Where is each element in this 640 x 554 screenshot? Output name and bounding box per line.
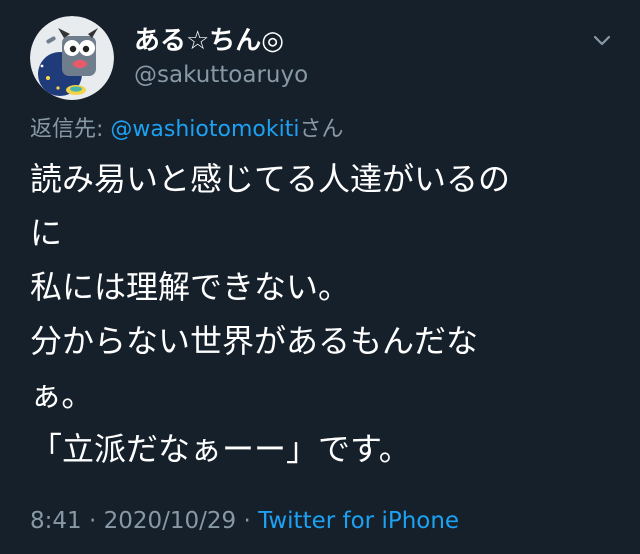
meta-separator: · — [236, 508, 259, 534]
tweet-text-line: 分からない世界があるもんだな — [30, 322, 479, 360]
reply-mention-link[interactable]: @washiotomokiti — [110, 117, 299, 142]
reply-suffix: さん — [299, 117, 344, 142]
author-handle[interactable]: @sakuttoaruyo — [134, 60, 308, 90]
tweet-time[interactable]: 8:41 — [30, 508, 82, 534]
tweet-text-line: 読み易いと感じてる人達がいるの — [30, 160, 511, 198]
author-display-name[interactable]: ある☆ちん◎ — [134, 24, 284, 58]
tweet-meta: 8:41 · 2020/10/29 · Twitter for iPhone — [30, 505, 459, 537]
tweet-text: 読み易いと感じてる人達がいるの に 私には理解できない。 分からない世界があるも… — [30, 152, 620, 476]
tweet-text-line: ぁ。 — [30, 376, 94, 414]
reply-prefix: 返信先: — [30, 117, 111, 142]
tweet-text-line: 「立派だなぁーー」です。 — [30, 430, 411, 468]
tweet-card: ある☆ちん◎ @sakuttoaruyo 返信先: @washiotomokit… — [0, 0, 640, 554]
tweet-date[interactable]: 2020/10/29 — [104, 508, 237, 534]
avatar-illustration-icon — [30, 16, 114, 100]
tweet-source-link[interactable]: Twitter for iPhone — [258, 508, 459, 534]
tweet-text-line: に — [30, 214, 63, 252]
tweet-menu-button[interactable] — [590, 30, 614, 50]
chevron-down-icon — [593, 35, 611, 46]
tweet-text-line: 私には理解できない。 — [30, 268, 351, 306]
author-avatar[interactable] — [30, 16, 114, 100]
reply-context: 返信先: @washiotomokitiさん — [30, 115, 343, 145]
meta-separator: · — [81, 508, 104, 534]
